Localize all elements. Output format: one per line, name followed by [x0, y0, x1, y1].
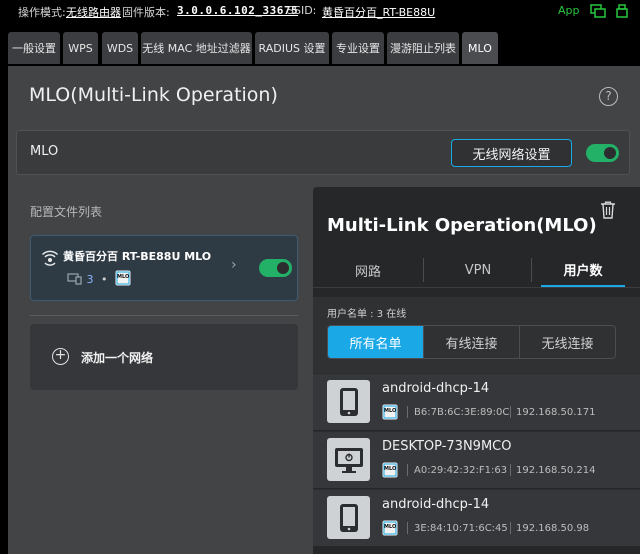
profile-toggle[interactable]: [259, 259, 292, 277]
list-item[interactable]: DESKTOP-73N9MCO MLO A0:29:42:32:F1:63 19…: [313, 431, 640, 488]
firmware-version-link[interactable]: 3.0.0.6.102_33675: [177, 4, 298, 17]
profile-card[interactable]: 黄昏百分百 RT-BE88U MLO 3 • MLO ›: [30, 235, 298, 301]
usb-icon[interactable]: [614, 3, 630, 22]
device-name: DESKTOP-73N9MCO: [382, 439, 512, 454]
mlo-detail-panel: Multi-Link Operation(MLO) 网路 VPN 用户数 用户名…: [313, 187, 640, 554]
tab-mlo[interactable]: MLO: [462, 32, 498, 64]
tab-wds[interactable]: WDS: [102, 32, 138, 64]
mlo-toggle[interactable]: [586, 144, 619, 162]
page-title: MLO(Multi-Link Operation): [29, 84, 278, 106]
detail-title: Multi-Link Operation(MLO): [327, 215, 597, 236]
user-list-header: 用户名单 : 3 在线 所有名单 有线连接 无线连接: [313, 297, 640, 373]
tab-mac-filter[interactable]: 无线 MAC 地址过滤器: [141, 32, 252, 64]
desktop-icon: [327, 438, 370, 481]
status-bar: 操作模式: 无线路由器 固件版本: 3.0.0.6.102_33675 SSID…: [0, 0, 640, 26]
user-count: 用户名单 : 3 在线: [327, 309, 407, 320]
device-name: android-dhcp-14: [382, 381, 490, 396]
separator-dot: •: [101, 273, 108, 286]
tab-vpn[interactable]: VPN: [428, 253, 528, 287]
profile-name: 黄昏百分百 RT-BE88U MLO: [63, 250, 212, 263]
main-panel: MLO(Multi-Link Operation) ? MLO 无线网络设置 配…: [8, 66, 640, 554]
device-count: 3: [86, 273, 94, 286]
wifi-mlo-icon: [41, 250, 59, 272]
mlo-label: MLO: [30, 144, 59, 159]
ip-address: 192.168.50.171: [516, 407, 596, 418]
settings-tab-bar: 一般设置 WPS WDS 无线 MAC 地址过滤器 RADIUS 设置 专业设置…: [0, 28, 640, 66]
tab-users[interactable]: 用户数: [541, 253, 625, 287]
app-link[interactable]: App: [558, 4, 580, 17]
add-network-label: 添加一个网络: [81, 351, 154, 365]
profile-list-label: 配置文件列表: [30, 205, 103, 219]
plus-icon: +: [52, 348, 69, 365]
phone-icon: [327, 496, 370, 539]
tab-wps[interactable]: WPS: [63, 32, 98, 64]
tab-network[interactable]: 网路: [313, 253, 423, 287]
tab-professional[interactable]: 专业设置: [332, 32, 384, 64]
filter-wireless[interactable]: 无线连接: [519, 326, 615, 358]
trash-icon[interactable]: [600, 201, 616, 223]
divider: [30, 315, 298, 316]
chevron-right-icon[interactable]: ›: [231, 257, 237, 273]
ip-address: 192.168.50.98: [516, 523, 590, 534]
mlo-badge: MLO: [382, 404, 398, 424]
mlo-badge: MLO: [382, 462, 398, 482]
add-network-button[interactable]: + 添加一个网络: [30, 324, 298, 390]
filter-wired[interactable]: 有线连接: [423, 326, 519, 358]
operation-mode-link[interactable]: 无线路由器: [66, 4, 121, 20]
network-status-icon[interactable]: [590, 3, 606, 22]
tab-roaming-block[interactable]: 漫游阻止列表: [387, 32, 459, 64]
ssid-label: SSID:: [287, 4, 317, 17]
mlo-setting-row: MLO 无线网络设置: [16, 130, 630, 175]
help-icon[interactable]: ?: [599, 87, 618, 106]
profile-device-info: 3 • MLO: [67, 270, 131, 289]
mac-address: 3E:84:10:71:6C:45: [414, 523, 508, 534]
wireless-settings-button[interactable]: 无线网络设置: [451, 139, 572, 167]
tab-radius[interactable]: RADIUS 设置: [255, 32, 329, 64]
filter-all[interactable]: 所有名单: [328, 326, 423, 358]
mac-address: B6:7B:6C:3E:89:0C: [414, 407, 510, 418]
mlo-badge: MLO: [382, 520, 398, 540]
firmware-label: 固件版本:: [122, 6, 170, 19]
connection-filter: 所有名单 有线连接 无线连接: [327, 325, 616, 359]
list-item[interactable]: android-dhcp-14 MLO 3E:84:10:71:6C:45 19…: [313, 489, 640, 546]
detail-tabs: 网路 VPN 用户数: [313, 253, 640, 287]
tab-general[interactable]: 一般设置: [8, 32, 60, 64]
ssid-value[interactable]: 黄昏百分百_RT-BE88U: [322, 4, 435, 20]
devices-icon: [67, 273, 82, 285]
mlo-badge: MLO: [115, 270, 131, 289]
mac-address: A0:29:42:32:F1:63: [414, 465, 508, 476]
device-name: android-dhcp-14: [382, 497, 490, 512]
phone-icon: [327, 380, 370, 423]
list-item[interactable]: android-dhcp-14 MLO B6:7B:6C:3E:89:0C 19…: [313, 373, 640, 430]
operation-mode-label: 操作模式:: [18, 6, 66, 19]
ip-address: 192.168.50.214: [516, 465, 596, 476]
